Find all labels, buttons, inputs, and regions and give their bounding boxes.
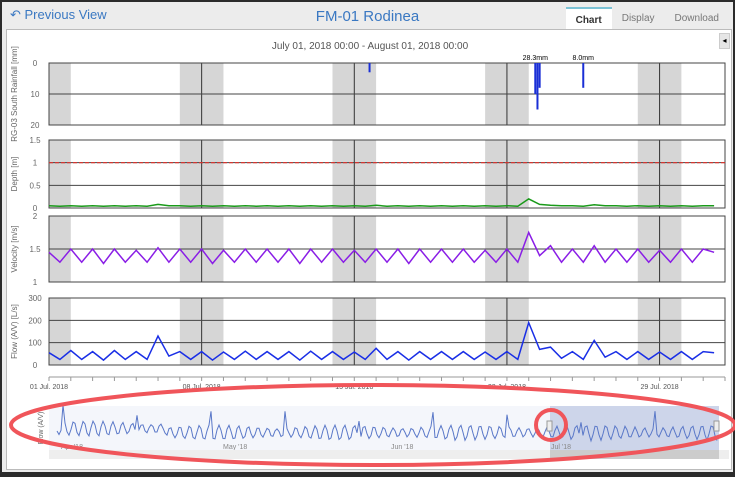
y-tick-label: 300 [28, 294, 42, 303]
y-axis-label: Velocity [m/s] [10, 225, 19, 272]
y-tick-label: 10 [31, 90, 40, 99]
y-tick-label: 100 [28, 339, 42, 348]
y-tick-label: 1 [33, 278, 38, 287]
rainfall-bar [582, 63, 585, 88]
navigator-tick-label: Jul '18 [551, 444, 571, 451]
x-tick-label: 29 Jul. 2018 [641, 384, 679, 391]
navigator-handle-left[interactable] [546, 420, 553, 432]
y-tick-label: 0.5 [29, 181, 41, 190]
navigator-handle-right[interactable] [713, 420, 720, 432]
navigator-tick-label: Jun '18 [391, 444, 413, 451]
rainfall-annotation: 8.0mm [573, 55, 595, 62]
y-tick-label: 1.5 [29, 136, 41, 145]
chart-svg: July 01, 2018 00:00 - August 01, 2018 00… [9, 41, 735, 467]
y-tick-label: 0 [33, 59, 38, 68]
plot-frame [48, 297, 726, 366]
weekend-band [49, 140, 71, 208]
series-line [48, 198, 715, 207]
chart-panel: ◂ July 01, 2018 00:00 - August 01, 2018 … [6, 29, 735, 470]
y-axis-label: Depth [m] [10, 157, 19, 192]
y-axis-label: Flow (A/V) [L/s] [10, 304, 19, 359]
x-tick-label: 01 Jul. 2018 [30, 384, 68, 391]
chart-window: ↶ Previous View FM-01 Rodinea Chart Disp… [2, 2, 735, 472]
series-line [48, 320, 715, 362]
rainfall-bar [538, 63, 541, 88]
y-tick-label: 0 [33, 361, 38, 370]
y-tick-label: 20 [31, 121, 40, 130]
y-axis-label: RG-03 South Rainfall [mm] [10, 46, 19, 142]
y-tick-label: 1 [33, 159, 38, 168]
date-range-label: July 01, 2018 00:00 - August 01, 2018 00… [272, 41, 469, 52]
y-tick-label: 200 [28, 316, 42, 325]
rainfall-bar [534, 63, 537, 94]
rainfall-annotation: 28.3mm [523, 55, 548, 62]
rainfall-bar [536, 63, 539, 110]
rainfall-bar [368, 63, 371, 73]
series-line [48, 230, 715, 265]
navigator-tick-label: May '18 [223, 444, 247, 451]
plot-frame [48, 139, 726, 209]
y-tick-label: 1.5 [29, 245, 41, 254]
y-tick-label: 2 [33, 212, 38, 221]
